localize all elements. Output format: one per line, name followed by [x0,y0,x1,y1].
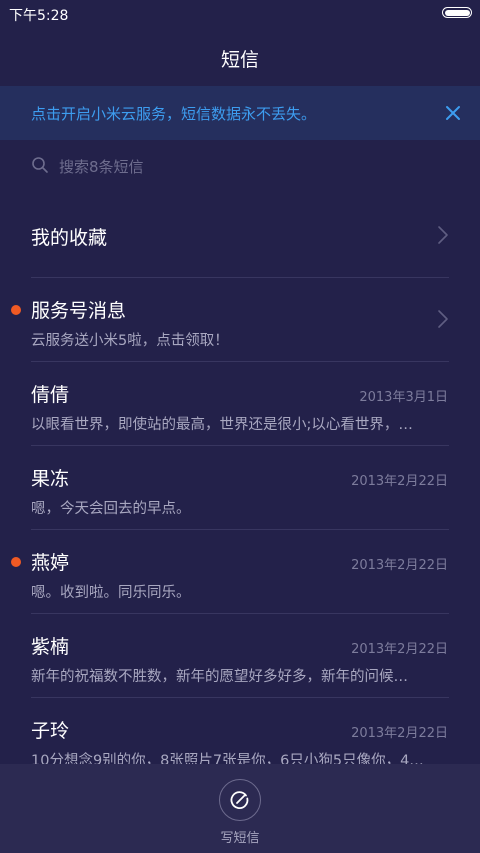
compose-icon [230,791,249,810]
bottom-bar: 写短信 [0,764,480,853]
sms-screen: 下午5:28 短信 点击开启小米云服务，短信数据永不丢失。 搜索8条短信 我的收… [0,0,480,853]
conversation-row[interactable]: 服务号消息云服务送小米5啦，点击领取！ [0,278,480,362]
status-bar: 下午5:28 [0,0,480,28]
chevron-right-icon [437,225,449,249]
conversation-row[interactable]: 果冻 2013年2月22日嗯，今天会回去的早点。 [0,446,480,530]
message-preview: 嗯。收到啦。同乐同乐。 [31,585,191,601]
title-bar: 短信 [0,28,480,86]
contact-name: 紫楠 [31,636,70,658]
message-date: 2013年2月22日 [351,474,448,489]
contact-name: 服务号消息 [31,300,127,322]
contact-name: 倩倩 [31,384,70,406]
contact-name: 子玲 [31,720,70,742]
search-input[interactable]: 搜索8条短信 [31,150,451,182]
close-icon[interactable] [439,99,467,127]
compose-label[interactable]: 写短信 [0,827,480,846]
unread-dot [11,305,21,315]
compose-button[interactable] [219,779,261,821]
message-preview: 新年的祝福数不胜数，新年的愿望好多好多，新年的问候… [31,669,408,685]
favorites-label: 我的收藏 [31,227,108,249]
conversation-list: 我的收藏 服务号消息云服务送小米5啦，点击领取！ 倩倩 2013年3月1日以眼看世界… [0,194,480,782]
status-time: 下午5:28 [9,8,69,24]
page-title: 短信 [220,49,259,71]
conversation-row[interactable]: 紫楠 2013年2月22日新年的祝福数不胜数，新年的愿望好多好多，新年的问候… [0,614,480,698]
contact-name: 燕婷 [31,552,70,574]
conversation-row[interactable]: 燕婷 2013年2月22日嗯。收到啦。同乐同乐。 [0,530,480,614]
contact-name: 果冻 [31,468,70,490]
message-date: 2013年2月22日 [351,726,448,741]
message-date: 2013年3月1日 [359,390,448,405]
message-preview: 云服务送小米5啦，点击领取！ [31,333,229,349]
battery-icon [442,7,472,18]
message-date: 2013年2月22日 [351,642,448,657]
unread-dot [11,557,21,567]
banner-text[interactable]: 点击开启小米云服务，短信数据永不丢失。 [31,103,316,124]
search-placeholder: 搜索8条短信 [59,158,144,176]
search-icon [31,156,49,178]
message-preview: 以眼看世界，即使站的最高，世界还是很小;以心看世界，… [31,417,413,433]
favorites-row[interactable]: 我的收藏 [0,194,480,278]
message-date: 2013年2月22日 [351,558,448,573]
battery-level [444,9,470,16]
message-preview: 嗯，今天会回去的早点。 [31,501,191,517]
conversation-row[interactable]: 倩倩 2013年3月1日以眼看世界，即使站的最高，世界还是很小;以心看世界，… [0,362,480,446]
cloud-service-banner[interactable]: 点击开启小米云服务，短信数据永不丢失。 [0,86,480,140]
